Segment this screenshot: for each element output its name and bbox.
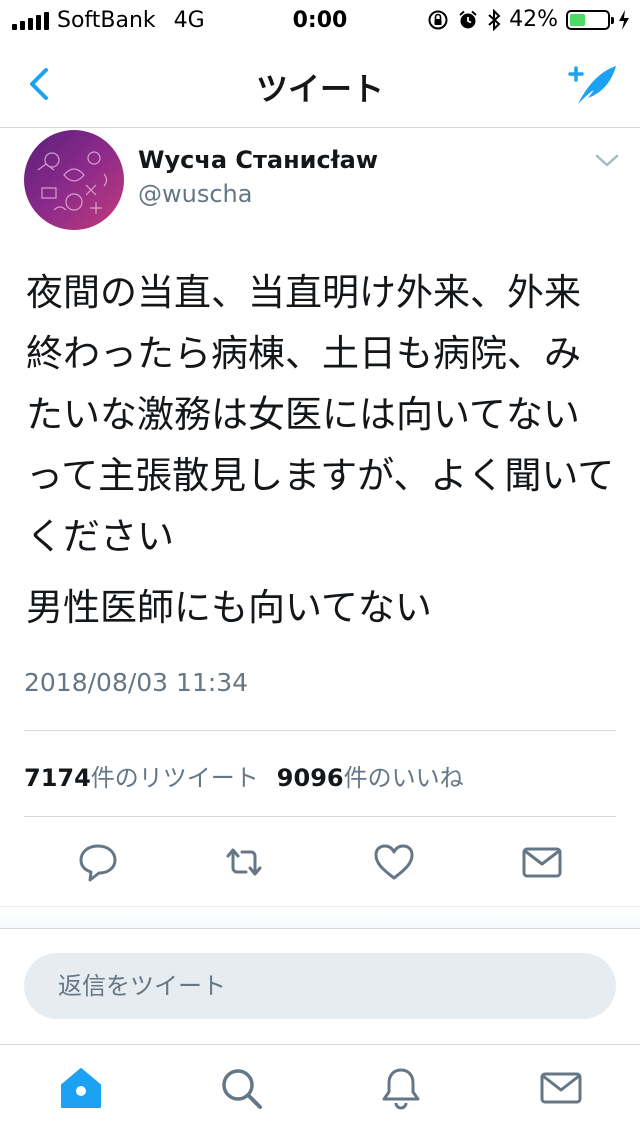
author-name[interactable]: Wycча Станисław — [138, 146, 378, 174]
battery-icon — [566, 9, 614, 30]
messages-icon[interactable] — [538, 1065, 584, 1111]
notifications-icon[interactable] — [378, 1065, 424, 1111]
author-handle[interactable]: @wuscha — [138, 180, 252, 208]
battery-fill — [570, 13, 586, 26]
status-bar: SoftBank 4G 0:00 42% — [0, 0, 640, 40]
like-label: 件のいいね — [343, 764, 464, 792]
like-icon[interactable] — [372, 840, 416, 884]
retweet-label: 件のリツイート — [90, 764, 259, 792]
charging-icon — [619, 9, 629, 30]
avatar-image — [24, 130, 124, 230]
divider — [24, 816, 616, 817]
avatar[interactable] — [24, 130, 124, 230]
tweet-stats: 7174件のリツイート 9096件のいいね — [24, 758, 464, 793]
reply-input[interactable]: 返信をツイート — [24, 953, 616, 1019]
search-icon[interactable] — [218, 1065, 264, 1111]
retweet-icon[interactable] — [222, 840, 266, 884]
like-stat[interactable]: 9096件のいいね — [277, 758, 464, 793]
retweet-stat[interactable]: 7174件のリツイート — [24, 758, 259, 793]
compose-tweet-icon[interactable] — [564, 58, 620, 110]
home-icon[interactable] — [58, 1065, 104, 1111]
page-title: ツイート — [255, 70, 384, 108]
tweet-timestamp: 2018/08/03 11:34 — [24, 668, 249, 697]
tweet-paragraph: 夜間の当直、当直明け外来、外来終わったら病棟、土日も病院、みたいな激務は女医には… — [26, 271, 615, 558]
battery-percent: 42% — [509, 7, 558, 32]
nav-bar: ツイート — [0, 40, 640, 128]
rotation-lock-icon — [428, 10, 448, 29]
timeline-shadow — [0, 906, 640, 930]
retweet-count: 7174 — [24, 764, 91, 792]
reply-bar: 返信をツイート — [0, 928, 640, 1044]
alarm-icon — [459, 10, 477, 28]
reply-icon[interactable] — [76, 840, 120, 884]
status-right: 42% — [427, 7, 630, 32]
bluetooth-icon — [488, 8, 501, 31]
dm-icon[interactable] — [520, 840, 564, 884]
tweet-paragraph: 男性医師にも向いてない — [26, 586, 432, 629]
tab-bar — [0, 1044, 640, 1136]
tweet-text: 夜間の当直、当直明け外来、外来終わったら病棟、土日も病院、みたいな激務は女医には… — [26, 262, 616, 648]
divider — [24, 730, 616, 731]
tweet-actions — [0, 836, 640, 892]
like-count: 9096 — [276, 764, 344, 792]
chevron-down-icon[interactable] — [594, 152, 620, 170]
